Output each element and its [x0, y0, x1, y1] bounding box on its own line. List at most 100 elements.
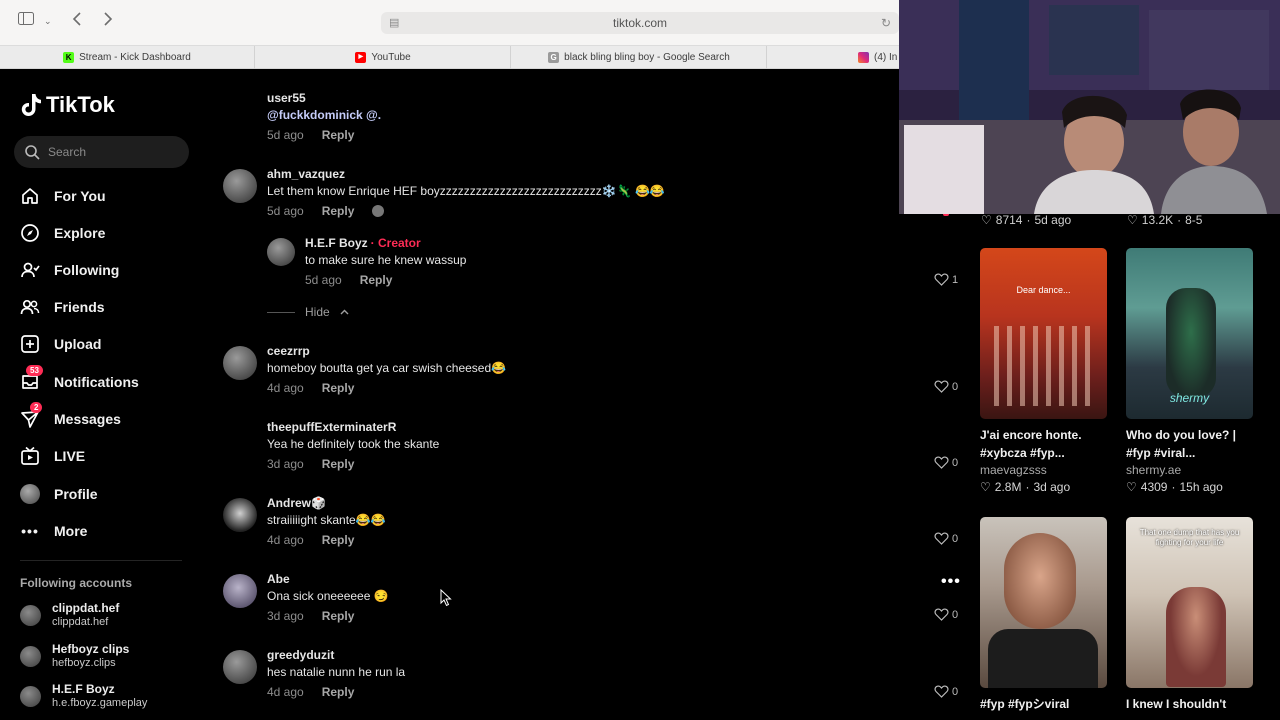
reply-button[interactable]: Reply [322, 456, 355, 472]
avatar[interactable] [223, 574, 257, 608]
avatar[interactable] [223, 498, 257, 532]
like-button[interactable]: 0 [934, 532, 958, 545]
youtube-icon: ▶ [355, 52, 367, 63]
comment-username[interactable]: Andrew🎲 [267, 496, 386, 510]
comment-username[interactable]: theepuffExterminaterR [267, 420, 439, 434]
webcam-overlay [899, 0, 1280, 214]
divider [267, 311, 295, 313]
video-card[interactable]: That one dump that has you fighting for … [1126, 517, 1253, 713]
comment-time: 5d ago [267, 204, 304, 218]
avatar [20, 604, 41, 626]
reply-button[interactable]: Reply [322, 380, 355, 396]
address-bar[interactable]: ▤ tiktok.com ↻ [381, 12, 899, 34]
like-button[interactable]: 0 [934, 380, 958, 393]
video-title[interactable]: J'ai encore honte. #xybcza #fyp... [980, 426, 1107, 462]
avatar[interactable] [223, 346, 257, 380]
tab-kick[interactable]: K Stream - Kick Dashboard [0, 46, 255, 69]
video-card[interactable]: #fyp #fypシviral [980, 517, 1107, 713]
like-button[interactable]: 1 [934, 273, 958, 286]
person-graphic [1166, 587, 1226, 687]
comment-username[interactable]: user55 [267, 91, 381, 105]
like-count: 13.2K [1141, 213, 1174, 227]
avatar[interactable] [267, 238, 295, 266]
comment-username[interactable]: greedyduzit [267, 648, 405, 662]
nav-messages[interactable]: 2 Messages [20, 402, 121, 432]
video-card[interactable]: Dear dance... J'ai encore honte. #xybcza… [980, 248, 1107, 496]
like-button[interactable]: 0 [934, 456, 958, 469]
chevron-down-icon[interactable]: ⌄ [44, 16, 52, 27]
video-date: 5d ago [1034, 213, 1072, 227]
video-title[interactable]: #fyp #fypシviral [980, 695, 1107, 713]
google-icon: G [548, 52, 560, 63]
tiktok-logo[interactable]: TikTok [20, 92, 115, 118]
video-author[interactable]: shermy.ae [1126, 462, 1253, 478]
avatar[interactable] [223, 169, 257, 203]
comment-username[interactable]: ahm_vazquez [267, 167, 665, 181]
comment-username[interactable]: H.E.F Boyz [305, 236, 368, 250]
like-count: 0 [952, 532, 959, 545]
like-button[interactable]: 0 [934, 608, 958, 621]
video-card[interactable]: shermy Who do you love? | #fyp #viral...… [1126, 248, 1253, 496]
following-account[interactable]: H.E.F Boyz h.e.fboyz.gameplay [20, 679, 147, 713]
upload-icon [20, 334, 40, 354]
reply-button[interactable]: Reply [322, 608, 355, 624]
video-title[interactable]: I knew I shouldn't [1126, 695, 1253, 713]
nav-notifications[interactable]: 53 Notifications [20, 365, 139, 395]
heart-icon [934, 273, 949, 286]
video-thumbnail[interactable]: That one dump that has you fighting for … [1126, 517, 1253, 688]
message-badge: 2 [30, 402, 43, 413]
reply-button[interactable]: Reply [322, 684, 355, 700]
heart-icon: ♡ [981, 213, 992, 227]
nav-label: Messages [54, 411, 121, 427]
video-title[interactable]: Who do you love? | #fyp #viral... [1126, 426, 1253, 462]
heart-icon [934, 608, 949, 621]
nav-label: Profile [54, 486, 98, 502]
video-author[interactable]: maevagzsss [980, 462, 1107, 478]
nav-label: For You [54, 188, 106, 204]
nav-explore[interactable]: Explore [20, 220, 105, 246]
comment-text: straiiiiight skante😂😂 [267, 513, 386, 527]
url-text: tiktok.com [612, 16, 667, 30]
dancers-graphic [994, 326, 1094, 406]
nav-for-you[interactable]: For You [20, 183, 106, 209]
friends-icon [20, 297, 40, 317]
nav-label: Upload [54, 336, 102, 352]
more-options-icon[interactable]: ••• [941, 573, 961, 591]
video-thumbnail[interactable]: Dear dance... [980, 248, 1107, 419]
nav-live[interactable]: LIVE [20, 443, 85, 469]
account-name: clippdat.hef [52, 600, 120, 615]
comment-text: Let them know Enrique HEF boyzzzzzzzzzzz… [267, 184, 665, 198]
tab-google-search[interactable]: G black bling bling boy - Google Search [512, 46, 767, 69]
video-thumbnail[interactable]: shermy [1126, 248, 1253, 419]
heart-icon [934, 532, 949, 545]
search-placeholder: Search [48, 145, 87, 159]
video-thumbnail[interactable] [980, 517, 1107, 688]
nav-upload[interactable]: Upload [20, 331, 101, 357]
comment-username[interactable]: ceezrrp [267, 344, 506, 358]
video-date: 15h ago [1179, 480, 1223, 494]
sidebar-toggle-icon[interactable] [18, 12, 34, 28]
hide-replies-button[interactable]: Hide [267, 305, 349, 319]
search-input[interactable]: Search [14, 136, 189, 168]
avatar[interactable] [223, 650, 257, 684]
tab-youtube[interactable]: ▶ YouTube [256, 46, 511, 69]
following-account[interactable]: clippdat.hef clippdat.hef [20, 598, 119, 632]
reload-icon[interactable]: ↻ [881, 12, 891, 34]
comment-username[interactable]: Abe [267, 572, 389, 586]
nav-friends[interactable]: Friends [20, 294, 105, 320]
thumbnail-caption: Dear dance... [1016, 285, 1071, 295]
comment-text: Ona sick oneeeeee 😏 [267, 589, 389, 603]
nav-following[interactable]: Following [20, 257, 119, 283]
tiktok-note-icon [21, 94, 41, 116]
forward-icon[interactable] [103, 12, 113, 29]
following-account[interactable]: Hefboyz clips hefboyz.clips [20, 639, 129, 673]
comment-text[interactable]: @fuckkdominick @. [267, 107, 381, 124]
like-button[interactable]: 0 [934, 685, 958, 698]
reply-button[interactable]: Reply [322, 127, 355, 143]
nav-profile[interactable]: Profile [20, 481, 98, 507]
reply-button[interactable]: Reply [360, 272, 393, 288]
nav-more[interactable]: ••• More [20, 518, 87, 544]
reply-button[interactable]: Reply [322, 532, 355, 548]
reply-button[interactable]: Reply [322, 203, 355, 219]
back-icon[interactable] [72, 12, 82, 29]
